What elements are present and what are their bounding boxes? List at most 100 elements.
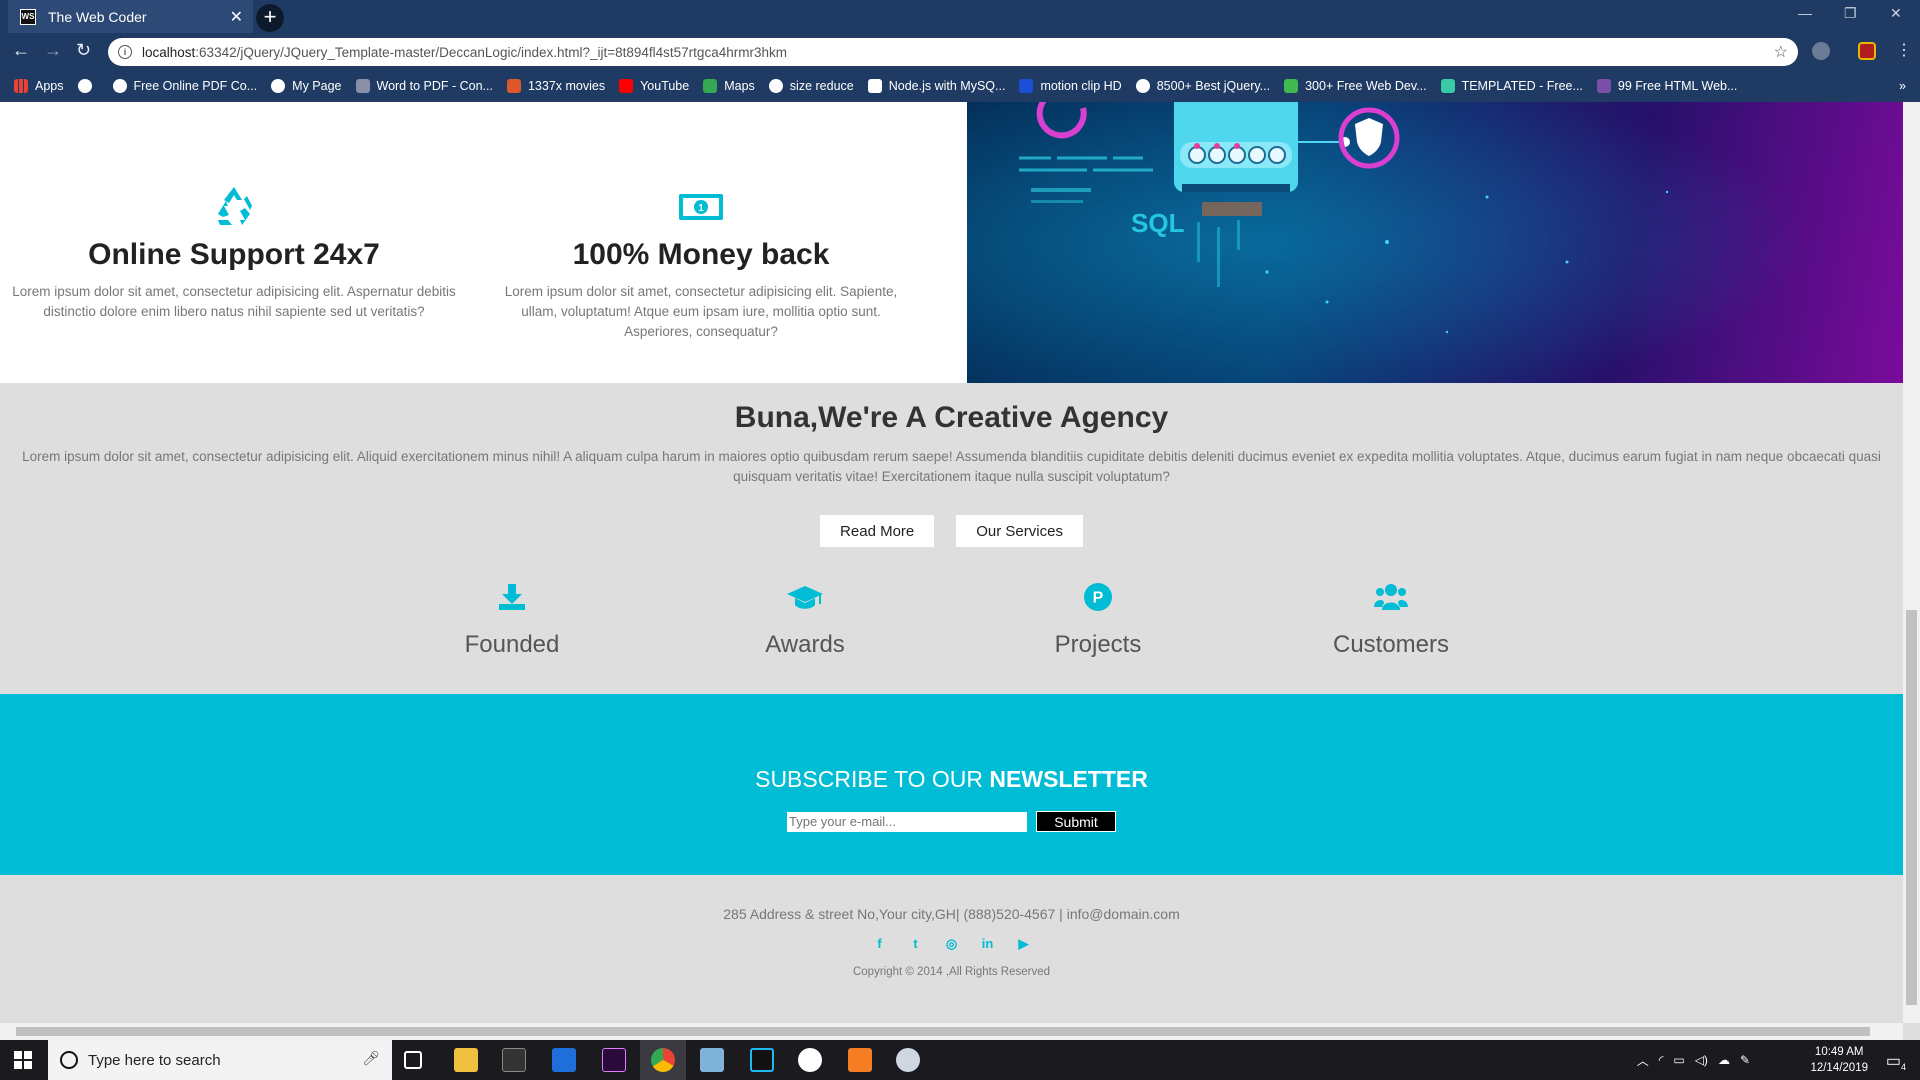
url-path: :63342/jQuery/JQuery_Template-master/Dec… [195, 44, 787, 60]
notepad-icon[interactable] [700, 1048, 724, 1072]
tab-title: The Web Coder [48, 8, 147, 25]
agency-title: Buna,We're A Creative Agency [734, 401, 1169, 434]
bookmark-google[interactable] [77, 79, 99, 93]
instagram-icon[interactable]: ◎ [944, 936, 960, 952]
bookmark-item[interactable]: Node.js with MySQ... [867, 79, 1005, 93]
horizontal-scroll-thumb[interactable] [16, 1027, 1870, 1036]
bookmark-item[interactable]: size reduce [768, 79, 854, 93]
window-close-icon[interactable]: ✕ [1890, 5, 1902, 22]
paypal-icon: P [978, 582, 1218, 617]
file-explorer-icon[interactable] [454, 1048, 478, 1072]
read-more-button[interactable]: Read More [820, 515, 935, 547]
colorlib-icon [1596, 79, 1611, 93]
bookmark-item[interactable]: 1337x movies [506, 79, 605, 93]
globe-icon [112, 79, 127, 93]
forward-arrow-icon[interactable]: → [44, 40, 62, 61]
minimize-icon[interactable]: — [1798, 5, 1812, 21]
stat-founded: Founded [392, 582, 632, 659]
bookmark-item[interactable]: TEMPLATED - Free... [1440, 79, 1583, 93]
paint-icon[interactable] [896, 1048, 920, 1072]
facebook-icon[interactable]: f [872, 936, 888, 952]
browser-title-bar: WS The Web Coder ✕ + — ❐ ✕ [0, 0, 1920, 33]
pen-icon[interactable]: ✎ [1740, 1053, 1750, 1067]
agency-buttons: Read More Our Services [0, 515, 1903, 547]
stat-awards: Awards [685, 582, 925, 659]
maps-icon [703, 79, 718, 93]
volume-icon[interactable]: ◁) [1695, 1053, 1708, 1067]
bookmark-apps[interactable]: Apps [14, 79, 64, 93]
show-hidden-icons[interactable]: ︿ [1637, 1052, 1649, 1069]
reload-icon[interactable]: ↻ [76, 40, 91, 61]
stat-customers: Customers [1271, 582, 1511, 659]
back-arrow-icon[interactable]: ← [12, 40, 30, 61]
feature-card: 1 100% Money back Lorem ipsum dolor sit … [496, 184, 906, 342]
bookmark-item[interactable]: My Page [271, 79, 342, 93]
newsletter-title: SUBSCRIBE TO OUR NEWSLETTER [755, 766, 1148, 792]
mongodb-icon[interactable] [798, 1048, 822, 1072]
task-view-icon[interactable] [404, 1051, 422, 1069]
extension-cloud-icon[interactable] [1812, 42, 1830, 60]
bookmark-item[interactable]: 300+ Free Web Dev... [1284, 79, 1427, 93]
action-center-icon[interactable]: ▭4 [1886, 1051, 1906, 1072]
battery-icon[interactable]: ▭ [1673, 1053, 1684, 1067]
address-bar[interactable]: i localhost:63342/jQuery/JQuery_Template… [108, 38, 1798, 66]
twitter-icon[interactable]: t [908, 936, 924, 952]
newsletter-section: SUBSCRIBE TO OUR NEWSLETTER Submit [0, 694, 1903, 875]
extension-w-icon[interactable] [1858, 42, 1876, 60]
1337x-icon [506, 79, 521, 93]
vertical-scroll-thumb[interactable] [1906, 610, 1917, 1005]
apps-grid-icon [14, 79, 28, 93]
premiere-pro-icon[interactable] [602, 1048, 626, 1072]
stat-projects: P Projects [978, 582, 1218, 659]
hero-illustration: SQL [967, 102, 1903, 383]
more-bookmarks-icon[interactable]: » [1899, 79, 1906, 93]
terminal-icon[interactable] [502, 1048, 526, 1072]
globe-icon [271, 79, 286, 93]
submit-button[interactable]: Submit [1036, 811, 1116, 832]
bookmark-item[interactable]: 99 Free HTML Web... [1596, 79, 1737, 93]
system-clock[interactable]: 10:49 AM 12/14/2019 [1810, 1044, 1868, 1076]
close-tab-icon[interactable]: ✕ [230, 7, 243, 27]
sql-label: SQL [1131, 208, 1185, 238]
store-icon[interactable] [552, 1048, 576, 1072]
restore-icon[interactable]: ❐ [1844, 5, 1857, 22]
browser-tab[interactable]: WS The Web Coder ✕ [8, 0, 253, 33]
email-input[interactable] [787, 811, 1027, 832]
newsletter-form: Submit [0, 811, 1903, 832]
search-placeholder: Type here to search [88, 1051, 221, 1069]
agency-section: Buna,We're A Creative Agency Lorem ipsum… [0, 383, 1903, 547]
bookmark-item[interactable]: motion clip HD [1019, 79, 1122, 93]
webstorm-icon[interactable] [750, 1048, 774, 1072]
site-info-icon[interactable]: i [118, 45, 132, 59]
vertical-scrollbar[interactable] [1903, 102, 1920, 1023]
horizontal-scrollbar[interactable] [0, 1023, 1903, 1040]
feature-title: Online Support 24x7 [88, 238, 380, 271]
chrome-icon[interactable] [651, 1048, 675, 1072]
xampp-icon[interactable] [848, 1048, 872, 1072]
linkedin-icon[interactable]: in [980, 936, 996, 952]
bookmark-star-icon[interactable]: ☆ [1774, 42, 1788, 62]
stat-label: Awards [765, 631, 845, 658]
browser-menu-icon[interactable]: ⋮ [1896, 40, 1912, 60]
download-icon [392, 582, 632, 617]
bookmark-item[interactable]: Word to PDF - Con... [355, 79, 493, 93]
new-tab-button[interactable]: + [256, 4, 284, 32]
bookmark-item[interactable]: 8500+ Best jQuery... [1135, 79, 1270, 93]
windows-taskbar: Type here to search 🎤︎ ︿ ◜ ▭ ◁) ☁ ✎ 10:4… [0, 1040, 1920, 1080]
onedrive-icon[interactable]: ☁ [1718, 1053, 1730, 1067]
pdf-icon [355, 79, 370, 93]
bookmark-item[interactable]: Maps [703, 79, 755, 93]
agency-text: Lorem ipsum dolor sit amet, consectetur … [22, 449, 1881, 484]
windows-start-icon[interactable] [14, 1051, 32, 1074]
templated-icon [1440, 79, 1455, 93]
footer: 285 Address & street No,Your city,GH| (8… [0, 875, 1903, 978]
w3schools-icon [867, 79, 882, 93]
bookmark-item[interactable]: YouTube [619, 79, 689, 93]
taskbar-search-box[interactable]: Type here to search 🎤︎ [48, 1040, 392, 1080]
microphone-icon[interactable]: 🎤︎ [362, 1050, 380, 1067]
money-icon: 1 [496, 184, 906, 228]
youtube-icon[interactable]: ▶ [1016, 936, 1032, 952]
our-services-button[interactable]: Our Services [956, 515, 1083, 547]
bookmark-item[interactable]: Free Online PDF Co... [112, 79, 257, 93]
wifi-icon[interactable]: ◜ [1659, 1053, 1664, 1067]
